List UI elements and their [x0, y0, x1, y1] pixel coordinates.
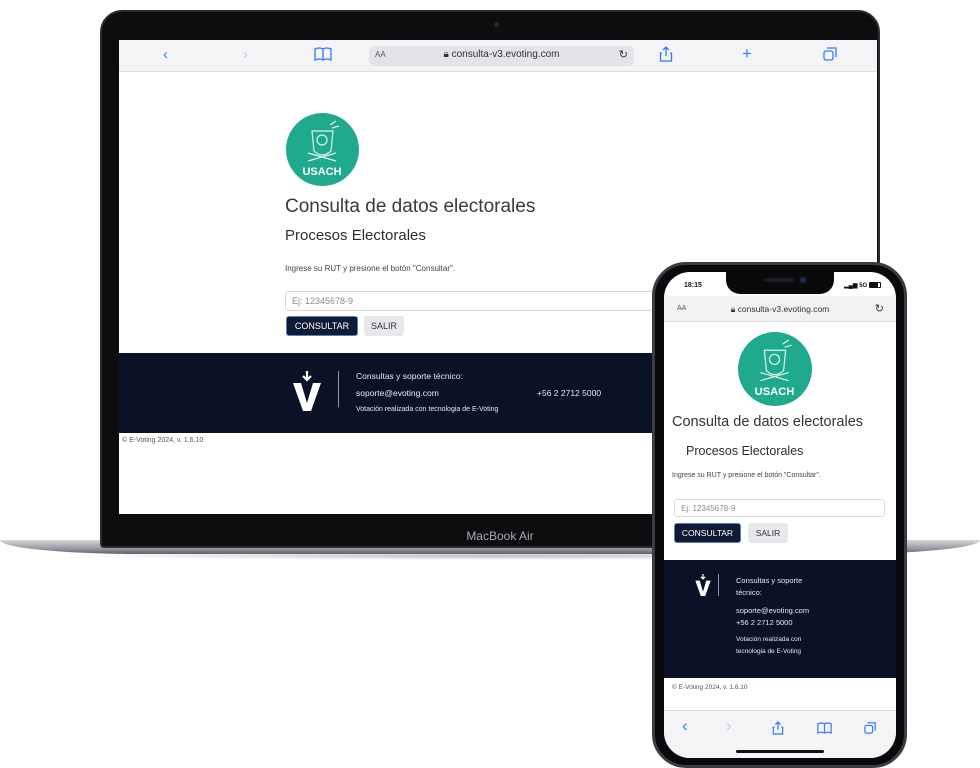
home-indicator[interactable] [736, 750, 824, 753]
device-mockup-scene: MacBook Air ‹ › AA 🔒︎ consulta-v3.evotin… [0, 0, 980, 768]
phone-site-footer: Consultas y soporte técnico: soporte@evo… [664, 560, 896, 678]
support-label: Consultas y soporte técnico: [356, 371, 463, 381]
phone-logo-text: USACH [755, 386, 795, 398]
support-phone[interactable]: +56 2 2712 5000 [537, 388, 601, 398]
usach-logo: USACH [286, 113, 359, 186]
address-bar[interactable]: AA 🔒︎ consulta-v3.evoting.com ↻ [369, 46, 634, 66]
copyright: © E-Voting 2024, v. 1.6.10 [122, 437, 204, 444]
phone-support-label-line1: Consultas y soporte [736, 576, 803, 585]
address-url: 🔒︎ consulta-v3.evoting.com [443, 49, 560, 60]
phone-support-label-line2: técnico: [736, 588, 762, 597]
chevron-right-icon[interactable]: › [243, 46, 248, 64]
chevron-right-icon[interactable]: › [726, 717, 732, 734]
page-subtitle: Procesos Electorales [285, 227, 426, 244]
laptop-camera [494, 22, 499, 27]
battery-icon [868, 282, 881, 289]
phone-address-url: 🔒︎ consulta-v3.evoting.com [730, 304, 830, 314]
tech-note: Votación realizada con tecnologia de E-V… [356, 406, 499, 413]
phone-reload-icon[interactable]: ↻ [875, 302, 884, 315]
phone-copyright: © E-Voting 2024, v. 1.6.10 [672, 684, 748, 691]
book-icon[interactable] [314, 47, 332, 66]
share-icon[interactable] [659, 46, 673, 67]
phone-tech-note-line1: Votación realizada con [736, 636, 802, 643]
phone-consult-button[interactable]: CONSULTAR [674, 523, 741, 543]
instruction-text: Ingrese su RUT y presione el botón "Cons… [285, 264, 456, 273]
support-email[interactable]: soporte@evoting.com [356, 388, 439, 398]
book-icon[interactable] [817, 722, 832, 738]
logo-text: USACH [302, 166, 341, 178]
chevron-left-icon[interactable]: ‹ [682, 717, 688, 734]
tabs-icon[interactable] [823, 47, 837, 66]
phone-support-phone[interactable]: +56 2 2712 5000 [736, 618, 793, 627]
phone-instruction-text: Ingrese su RUT y presione el botón "Cons… [672, 472, 821, 479]
phone-address-bar[interactable]: AA 🔒︎ consulta-v3.evoting.com ↻ [664, 296, 896, 322]
phone-notch [726, 272, 834, 294]
evoting-logo [287, 369, 327, 413]
phone-usach-logo: USACH [738, 332, 812, 406]
laptop-model-label: MacBook Air [466, 529, 534, 543]
phone-page-title: Consulta de datos electorales [672, 414, 864, 430]
phone-evoting-logo [692, 572, 714, 598]
plus-icon[interactable]: + [742, 45, 752, 63]
tabs-icon[interactable] [864, 722, 876, 738]
chevron-left-icon[interactable]: ‹ [163, 46, 168, 64]
phone-rut-input[interactable]: Ej: 12345678-9 [674, 499, 885, 517]
phone-tech-note-line2: tecnologia de E-Voting [736, 648, 802, 655]
exit-button[interactable]: SALIR [364, 316, 404, 336]
page-title: Consulta de datos electorales [285, 196, 536, 217]
consult-button[interactable]: CONSULTAR [286, 316, 358, 336]
lock-icon: 🔒︎ [730, 304, 738, 314]
phone-screen: 18:15 ▂▄▆ 5G AA 🔒︎ consulta-v3.evoting.c… [664, 272, 896, 758]
phone-page-subtitle: Procesos Electorales [686, 444, 804, 458]
browser-toolbar: ‹ › AA 🔒︎ consulta-v3.evoting.com ↻ + [119, 40, 877, 72]
share-icon[interactable] [772, 721, 784, 739]
lock-icon: 🔒︎ [443, 49, 452, 60]
signal-bars-icon: ▂▄▆ [844, 283, 860, 289]
status-time: 18:15 [684, 282, 702, 289]
reload-icon[interactable]: ↻ [619, 48, 628, 61]
rut-input[interactable]: Ej: 12345678-9 [285, 291, 705, 311]
phone-exit-button[interactable]: SALIR [748, 523, 788, 543]
phone-support-email[interactable]: soporte@evoting.com [736, 606, 809, 615]
status-signal: ▂▄▆ 5G [844, 282, 881, 289]
